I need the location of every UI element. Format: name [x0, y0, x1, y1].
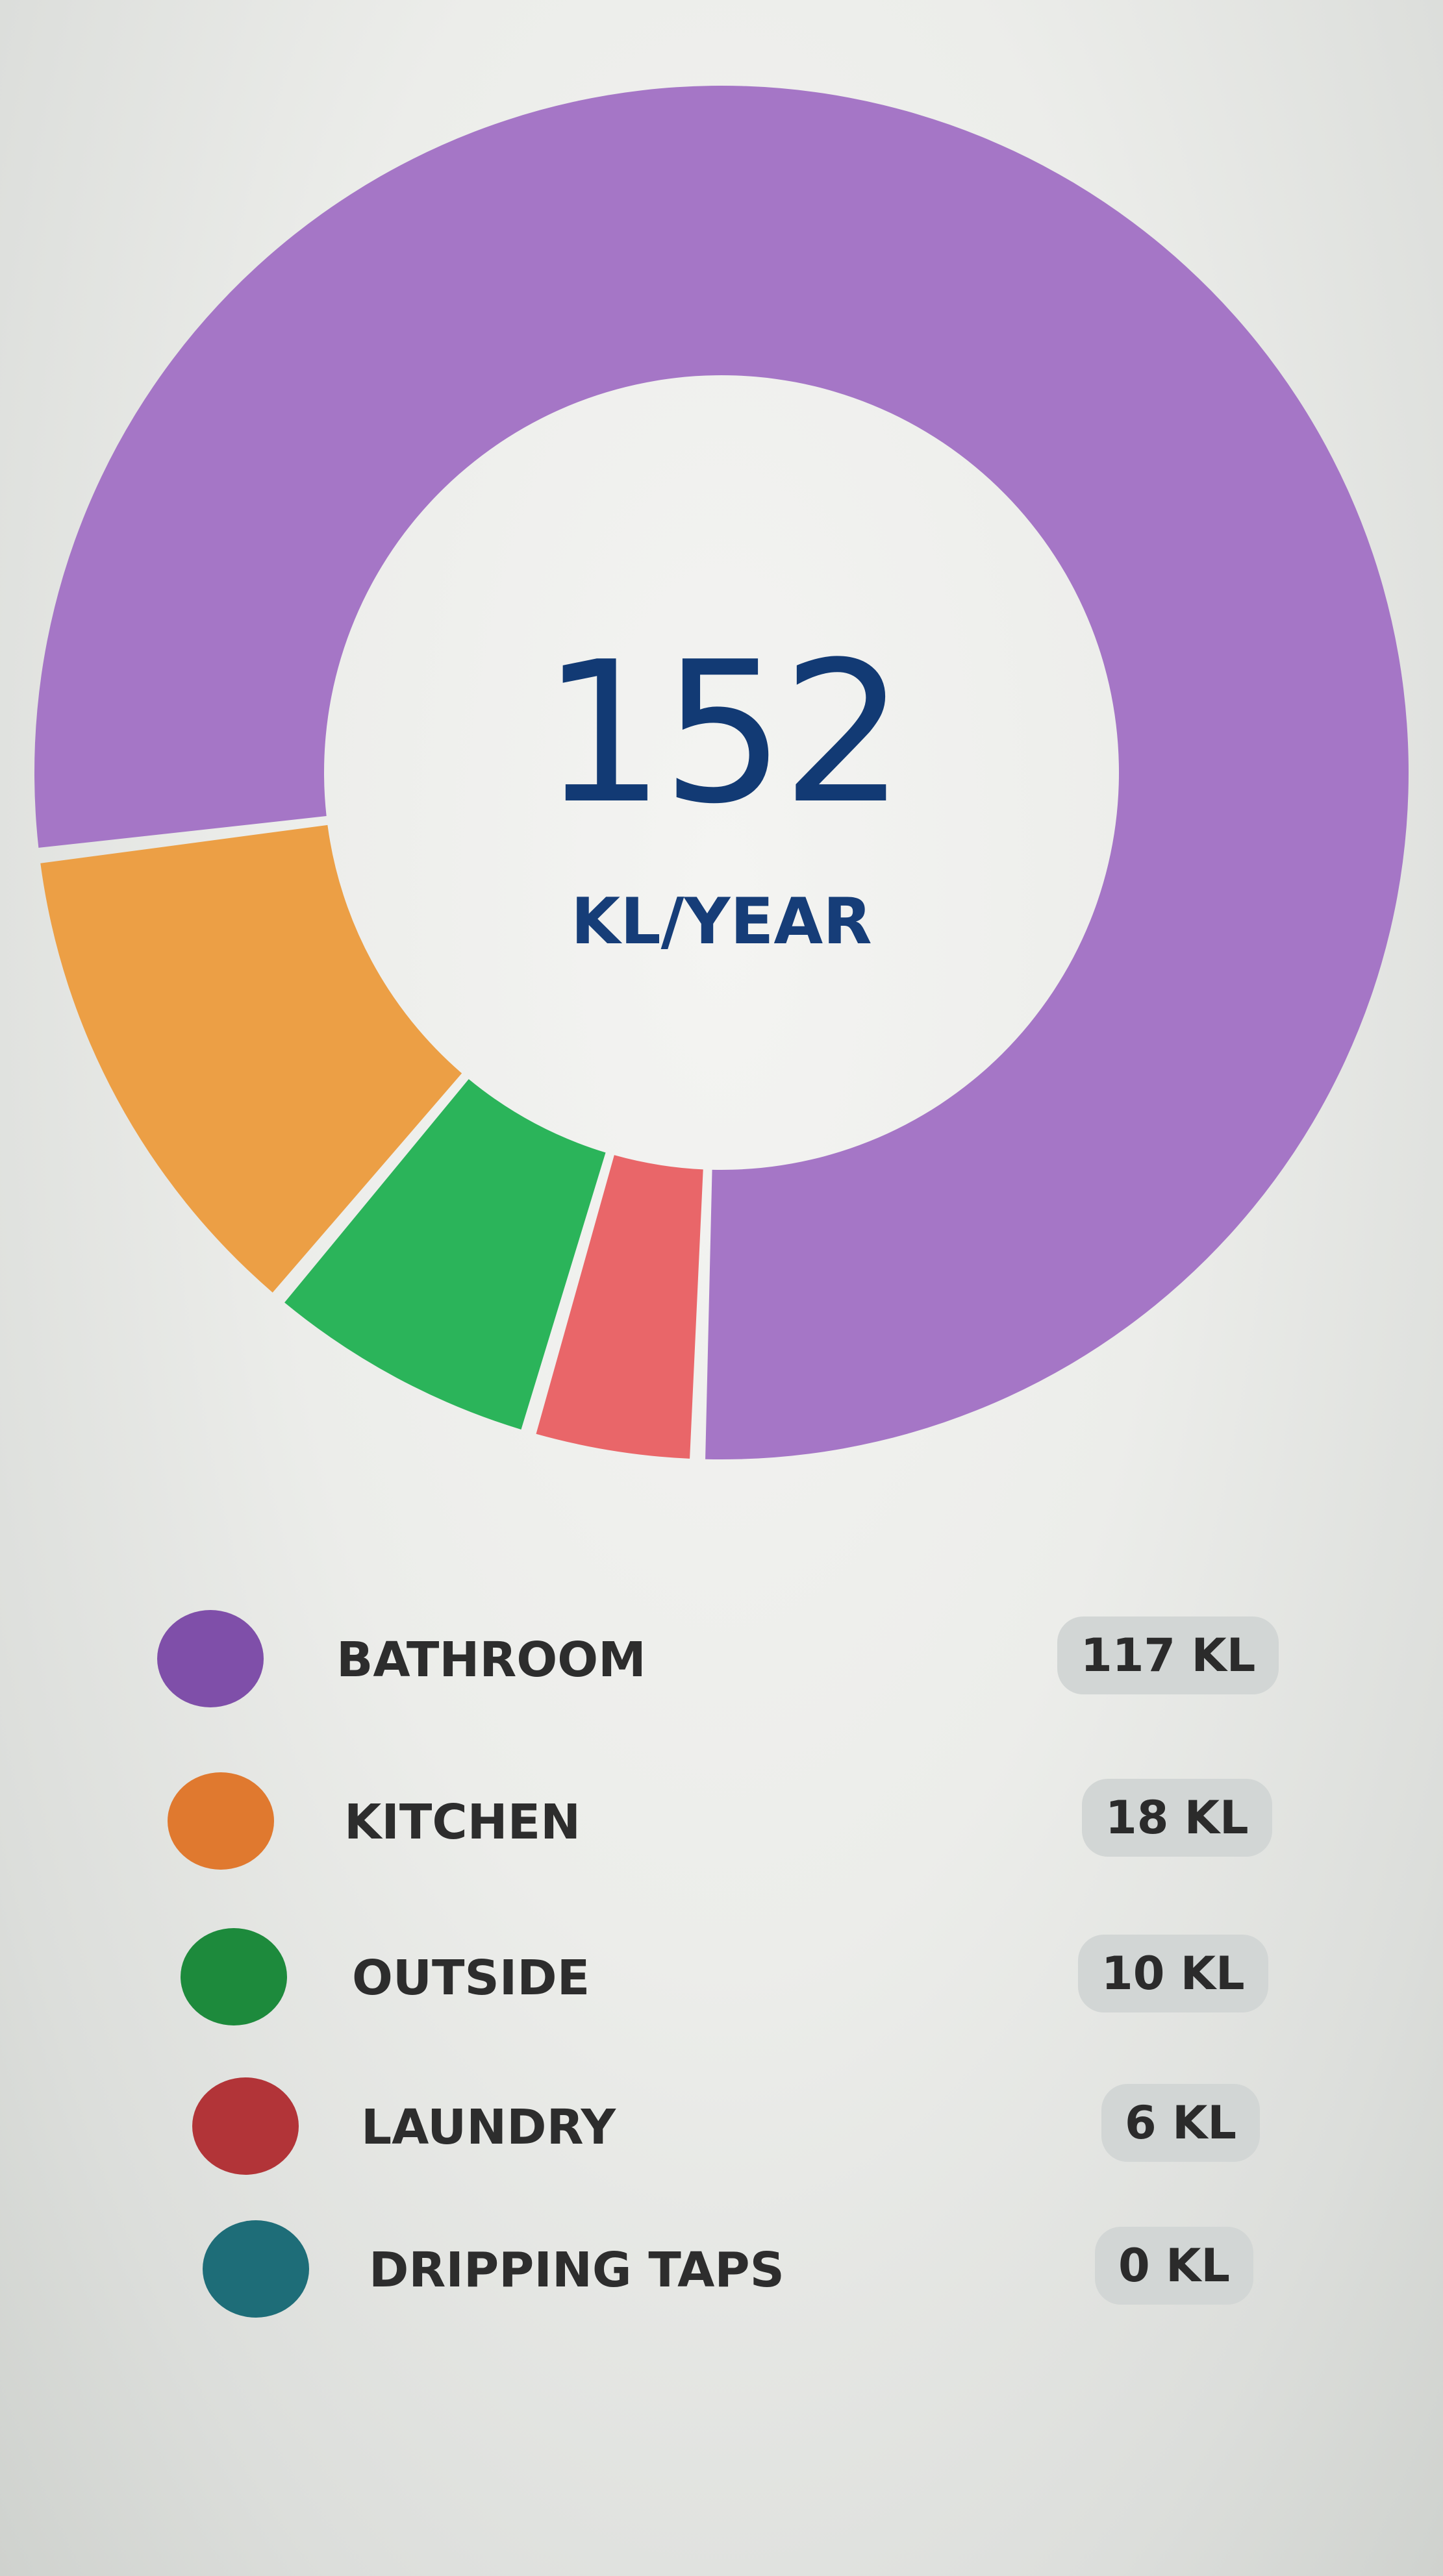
legend-item-laundry[interactable]: LAUNDRY 6 KL — [0, 2071, 1443, 2181]
legend-value-badge: 0 KL — [1095, 2227, 1253, 2305]
legend-item-dripping-taps[interactable]: DRIPPING TAPS 0 KL — [0, 2214, 1443, 2324]
donut-chart: 152 KL/YEAR — [0, 0, 1443, 1493]
legend-swatch — [168, 1772, 274, 1870]
total-value: 152 — [541, 620, 906, 847]
legend-label: DRIPPING TAPS — [369, 2242, 784, 2298]
legend-swatch — [192, 2077, 299, 2175]
legend-value-badge: 18 KL — [1082, 1779, 1272, 1857]
legend-value-badge: 117 KL — [1057, 1616, 1279, 1694]
legend-value-badge: 6 KL — [1101, 2084, 1260, 2162]
legend-item-kitchen[interactable]: KITCHEN 18 KL — [0, 1766, 1443, 1876]
legend-label: OUTSIDE — [352, 1950, 590, 2006]
legend-item-outside[interactable]: OUTSIDE 10 KL — [0, 1922, 1443, 2032]
legend-label: LAUNDRY — [361, 2099, 616, 2155]
legend-value-badge: 10 KL — [1078, 1935, 1268, 2012]
legend-swatch — [181, 1928, 287, 2025]
legend-swatch — [157, 1610, 264, 1707]
legend-swatch — [203, 2220, 309, 2318]
legend-label: KITCHEN — [344, 1794, 581, 1850]
legend-label: BATHROOM — [336, 1632, 646, 1688]
total-unit: KL/YEAR — [571, 885, 872, 959]
legend-item-bathroom[interactable]: BATHROOM 117 KL — [0, 1604, 1443, 1714]
